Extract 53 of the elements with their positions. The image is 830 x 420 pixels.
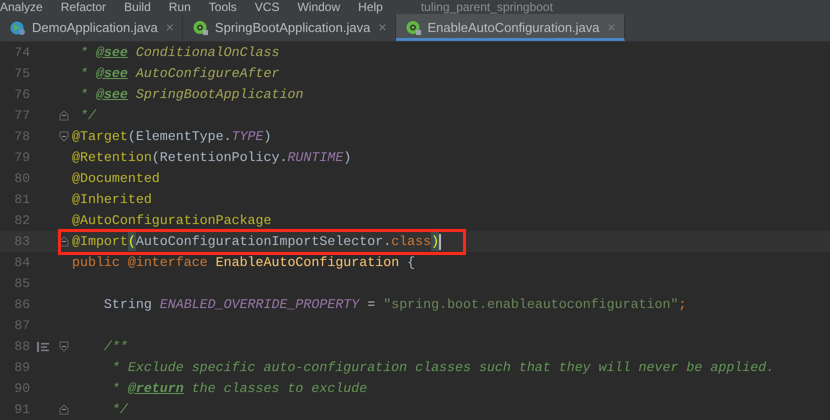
menu-item[interactable]: Analyze [0, 1, 43, 13]
code-line: /** [102, 338, 128, 356]
code-line: String ENABLED_OVERRIDE_PROPERTY = "spring.boot.enableautoconfiguration"; [102, 296, 686, 314]
line-number: 86 [13, 296, 30, 314]
fold-icon[interactable] [59, 131, 69, 142]
line-number: 87 [13, 316, 30, 335]
code-line: */ [78, 106, 96, 125]
code-line: * Exclude specific auto-configuration classes such that they will never be applied. [110, 358, 774, 377]
code-line: * @see SpringBootApplication [78, 86, 304, 104]
line-number: 76 [13, 86, 30, 104]
menu-item[interactable]: Refactor [60, 1, 106, 13]
fold-icon[interactable] [59, 236, 69, 247]
menu-item[interactable]: Help [358, 1, 383, 13]
line-number: 77 [13, 106, 30, 125]
code-line: @Documented [72, 170, 160, 188]
menu-item[interactable]: VCS [254, 1, 280, 13]
editor-tab[interactable]: EnableAutoConfiguration.java × [396, 14, 625, 41]
fold-icon[interactable] [59, 404, 69, 415]
code-line: @Inherited [72, 190, 152, 209]
class-run-icon [10, 20, 26, 36]
code-line: * @see AutoConfigureAfter [78, 64, 280, 83]
line-number: 82 [13, 212, 30, 230]
fold-icon[interactable] [59, 341, 69, 352]
annotation-icon [406, 20, 422, 36]
line-number: 84 [13, 254, 30, 272]
code-line: * @return the classes to exclude [110, 380, 368, 398]
menu-item[interactable]: Build [124, 1, 151, 13]
line-number: 91 [13, 400, 30, 419]
project-title: tuling_parent_springboot [420, 1, 553, 13]
annotation-icon [192, 20, 209, 36]
text-cursor [439, 234, 442, 250]
menu-item[interactable]: Window [297, 1, 340, 13]
code-line: @Retention(RetentionPolicy.RUNTIME) [72, 148, 352, 167]
code-line: @Target(ElementType.TYPE) [72, 128, 272, 146]
line-number: 88 [13, 338, 30, 356]
line-number: 78 [13, 128, 30, 146]
line-number: 79 [13, 148, 30, 167]
code-line: * @see ConditionalOnClass [78, 44, 280, 62]
fold-icon[interactable] [59, 110, 69, 121]
line-number: 90 [13, 380, 30, 398]
line-number: 75 [13, 64, 30, 83]
code-line: */ [110, 400, 128, 419]
code-line: public @interface EnableAutoConfiguration { [72, 254, 416, 272]
line-number: 85 [13, 274, 30, 293]
code-line: @Import(AutoConfigurationImportSelector.class) [72, 232, 442, 252]
menu-item[interactable]: Tools [208, 1, 237, 13]
line-number: 80 [13, 170, 30, 188]
line-number: 74 [13, 44, 30, 62]
line-number: 89 [13, 358, 30, 377]
code-line: @AutoConfigurationPackage [72, 212, 272, 230]
doc-render-icon[interactable] [37, 342, 49, 352]
menu-item[interactable]: Run [168, 1, 191, 13]
line-number: 81 [13, 190, 30, 209]
